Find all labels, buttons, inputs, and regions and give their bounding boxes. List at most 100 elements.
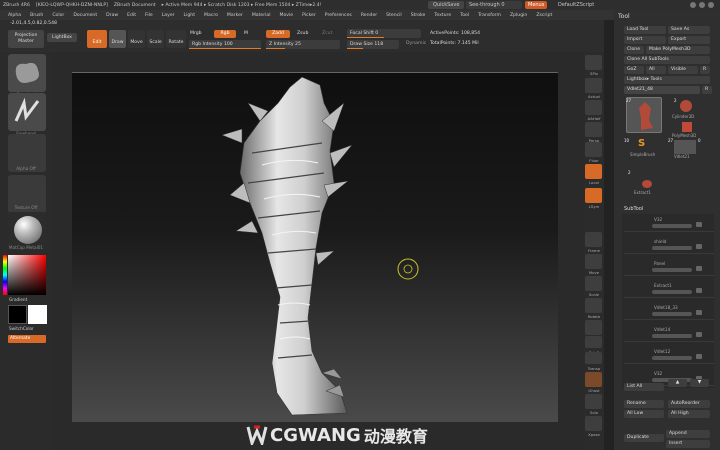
tool-r-button[interactable]: R — [702, 86, 712, 94]
line-fill-button[interactable] — [585, 320, 602, 335]
cylinder-thumbnail-icon[interactable] — [680, 100, 692, 112]
actual-button[interactable] — [585, 78, 602, 93]
secondary-color-swatch[interactable] — [28, 305, 47, 324]
goz-all-button[interactable]: All — [646, 66, 666, 74]
z-intensity-slider[interactable]: Z Intensity 25 — [266, 40, 340, 49]
move-view-button[interactable] — [585, 254, 602, 269]
menu-texture[interactable]: Texture — [434, 13, 451, 18]
menu-color[interactable]: Color — [52, 13, 64, 18]
insert-button[interactable]: Insert — [666, 440, 710, 448]
subtool-section-title[interactable]: SubTool — [624, 206, 643, 212]
rotate-view-button[interactable] — [585, 298, 602, 313]
zadd-toggle[interactable]: Zadd — [266, 30, 290, 38]
menu-file[interactable]: File — [145, 13, 153, 18]
save-as-button[interactable]: Save As — [668, 26, 710, 34]
move-up-icon[interactable]: ▲ — [668, 379, 687, 387]
zcut-toggle[interactable]: Zcut — [322, 31, 332, 36]
clone-button[interactable]: Clone — [624, 46, 644, 54]
subtool-item[interactable]: shield — [624, 236, 714, 254]
append-button[interactable]: Append — [666, 430, 710, 438]
make-polymesh-button[interactable]: Make PolyMesh3D — [646, 46, 710, 54]
floor-button[interactable] — [585, 142, 602, 157]
subtool-item[interactable]: V32 — [624, 214, 714, 232]
hue-strip[interactable] — [3, 255, 7, 295]
brush-thumbnail[interactable] — [8, 54, 46, 92]
subtool-opacity-bar[interactable] — [652, 290, 692, 294]
minimize-icon[interactable] — [699, 2, 705, 8]
menu-light[interactable]: Light — [184, 13, 195, 18]
lightbox-button[interactable]: LightBox — [47, 33, 77, 42]
goz-button[interactable]: GoZ — [624, 66, 644, 74]
rgb-toggle[interactable]: Rgb — [214, 30, 236, 38]
move-button[interactable]: Move — [128, 30, 145, 48]
scale-button[interactable]: Scale — [147, 30, 164, 48]
autoreorder-button[interactable]: AutoReorder — [668, 400, 710, 408]
menus-button[interactable]: Menus — [525, 1, 548, 9]
subtool-opacity-bar[interactable] — [652, 334, 692, 338]
list-all-button[interactable]: List All — [624, 383, 664, 391]
persp-button[interactable] — [585, 122, 602, 137]
lightbox-tools-button[interactable]: Lightbox▸ Tools — [624, 76, 710, 84]
all-high-button[interactable]: All High — [668, 410, 710, 418]
menu-preferences[interactable]: Preferences — [325, 13, 352, 18]
export-button[interactable]: Export — [668, 36, 710, 44]
gradient-toggle[interactable]: Gradient — [9, 297, 57, 302]
menu-zscript[interactable]: Zscript — [536, 13, 552, 18]
color-picker[interactable] — [8, 255, 46, 295]
default-zscript-button[interactable]: DefaultZScript — [558, 1, 594, 9]
rotate-button[interactable]: Rotate — [166, 30, 186, 48]
menu-draw[interactable]: Draw — [106, 13, 118, 18]
menu-movie[interactable]: Movie — [279, 13, 293, 18]
menu-material[interactable]: Material — [252, 13, 271, 18]
alternate-button[interactable]: Alternate — [8, 335, 46, 343]
menu-picker[interactable]: Picker — [302, 13, 316, 18]
subtool-opacity-bar[interactable] — [652, 224, 692, 228]
draw-button[interactable]: Draw — [109, 30, 126, 48]
visible-button[interactable]: Visible — [668, 66, 698, 74]
see-through-slider[interactable]: See-through 0 — [466, 1, 522, 9]
subtool-item[interactable]: Panel — [624, 258, 714, 276]
menu-transform[interactable]: Transform — [478, 13, 501, 18]
menu-stroke[interactable]: Stroke — [411, 13, 426, 18]
extract-thumbnail-icon[interactable] — [642, 180, 652, 188]
rename-button[interactable]: Rename — [624, 400, 664, 408]
eye-icon[interactable] — [696, 222, 702, 227]
draw-size-slider[interactable]: Draw Size 118 — [347, 40, 399, 49]
mrgb-toggle[interactable]: Mrgb — [190, 31, 202, 36]
subtool-item[interactable]: Vdlet18_33 — [624, 302, 714, 320]
menu-alpha[interactable]: Alpha — [8, 13, 21, 18]
import-button[interactable]: Import — [624, 36, 666, 44]
frame-button[interactable] — [585, 232, 602, 247]
menu-render[interactable]: Render — [361, 13, 377, 18]
r-button[interactable]: R — [700, 66, 710, 74]
focal-shift-slider[interactable]: Focal Shift 0 — [347, 29, 421, 38]
menu-document[interactable]: Document — [73, 13, 97, 18]
clone-all-subtools-button[interactable]: Clone All SubTools — [624, 56, 710, 64]
scale-view-button[interactable] — [585, 276, 602, 291]
current-tool-thumbnail[interactable] — [626, 97, 662, 133]
menu-tool[interactable]: Tool — [460, 13, 469, 18]
switchcolor-button[interactable]: SwitchColor — [9, 326, 57, 331]
eye-icon[interactable] — [696, 266, 702, 271]
menu-zplugin[interactable]: Zplugin — [510, 13, 527, 18]
spix-button[interactable] — [585, 55, 602, 70]
eye-icon[interactable] — [696, 288, 702, 293]
move-down-icon[interactable]: ▼ — [690, 379, 709, 387]
document-canvas[interactable] — [72, 72, 558, 422]
polymesh-thumbnail-icon[interactable] — [682, 122, 692, 132]
duplicate-button[interactable]: Duplicate — [624, 434, 664, 442]
vdlet-thumbnail[interactable] — [674, 140, 696, 154]
tool-panel-title[interactable]: Tool — [618, 13, 630, 20]
menu-edit[interactable]: Edit — [127, 13, 136, 18]
menu-layer[interactable]: Layer — [162, 13, 175, 18]
close-icon[interactable] — [708, 2, 714, 8]
current-tool-slider[interactable]: Vdlet21_48 — [624, 86, 700, 94]
dynamic-toggle[interactable]: Dynamic — [406, 41, 426, 46]
menu-marker[interactable]: Marker — [227, 13, 243, 18]
menu-stencil[interactable]: Stencil — [386, 13, 402, 18]
main-color-swatch[interactable] — [8, 305, 27, 324]
help-icon[interactable] — [690, 2, 696, 8]
polyf-button[interactable] — [585, 336, 602, 348]
zsub-toggle[interactable]: Zsub — [297, 31, 308, 36]
subtool-opacity-bar[interactable] — [652, 268, 692, 272]
